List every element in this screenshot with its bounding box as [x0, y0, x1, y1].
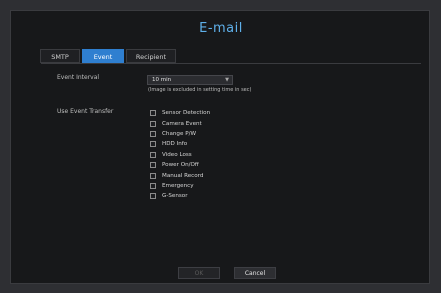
chevron-down-icon: ▼: [225, 77, 229, 83]
event-item-hdd-info[interactable]: HDD Info: [150, 139, 210, 149]
checkbox[interactable]: [150, 162, 156, 169]
event-item-label: Power On/Off: [162, 162, 199, 169]
event-interval-note: (Image is excluded in setting time in se…: [148, 87, 252, 93]
event-item-manual-record[interactable]: Manual Record: [150, 170, 210, 180]
event-interval-dropdown[interactable]: 10 min ▼: [147, 75, 233, 85]
tab-event[interactable]: Event: [82, 49, 124, 63]
event-item-label: Camera Event: [162, 120, 202, 127]
event-item-change-pw[interactable]: Change P/W: [150, 129, 210, 139]
event-item-emergency[interactable]: Emergency: [150, 181, 210, 191]
event-item-label: Sensor Detection: [162, 110, 211, 117]
tab-smtp[interactable]: SMTP: [40, 49, 80, 63]
event-tab-content: Event Interval 10 min ▼ (Image is exclud…: [41, 63, 421, 264]
event-item-power-on-off[interactable]: Power On/Off: [150, 160, 210, 170]
checkbox[interactable]: [150, 110, 156, 117]
checkbox[interactable]: [150, 182, 156, 189]
event-item-label: Change P/W: [162, 130, 196, 137]
checkbox[interactable]: [150, 193, 156, 200]
event-item-label: Manual Record: [162, 172, 204, 179]
event-item-g-sensor[interactable]: G-Sensor: [150, 191, 210, 201]
dialog-footer: OK Cancel: [11, 267, 431, 281]
event-item-video-loss[interactable]: Video Loss: [150, 150, 210, 160]
event-item-sensor-detection[interactable]: Sensor Detection: [150, 108, 210, 118]
event-item-label: G-Sensor: [162, 193, 188, 200]
event-transfer-list: Sensor Detection Camera Event Change P/W…: [150, 108, 210, 202]
email-settings-window: E-mail SMTP Event Recipient Event Interv…: [10, 10, 430, 284]
checkbox[interactable]: [150, 120, 156, 127]
tab-bar: SMTP Event Recipient: [40, 49, 178, 63]
cancel-button[interactable]: Cancel: [234, 267, 276, 279]
checkbox[interactable]: [150, 172, 156, 179]
event-interval-label: Event Interval: [57, 74, 100, 81]
window-title: E-mail: [199, 21, 243, 36]
event-item-label: Video Loss: [162, 151, 192, 158]
ok-button[interactable]: OK: [178, 267, 220, 279]
tab-recipient[interactable]: Recipient: [126, 49, 176, 63]
checkbox[interactable]: [150, 151, 156, 158]
screen-frame: E-mail SMTP Event Recipient Event Interv…: [0, 0, 441, 293]
event-item-camera-event[interactable]: Camera Event: [150, 118, 210, 128]
event-item-label: Emergency: [162, 182, 194, 189]
checkbox[interactable]: [150, 130, 156, 137]
checkbox[interactable]: [150, 141, 156, 148]
event-interval-value: 10 min: [152, 77, 172, 83]
event-item-label: HDD Info: [162, 141, 188, 148]
use-event-transfer-label: Use Event Transfer: [57, 108, 114, 115]
